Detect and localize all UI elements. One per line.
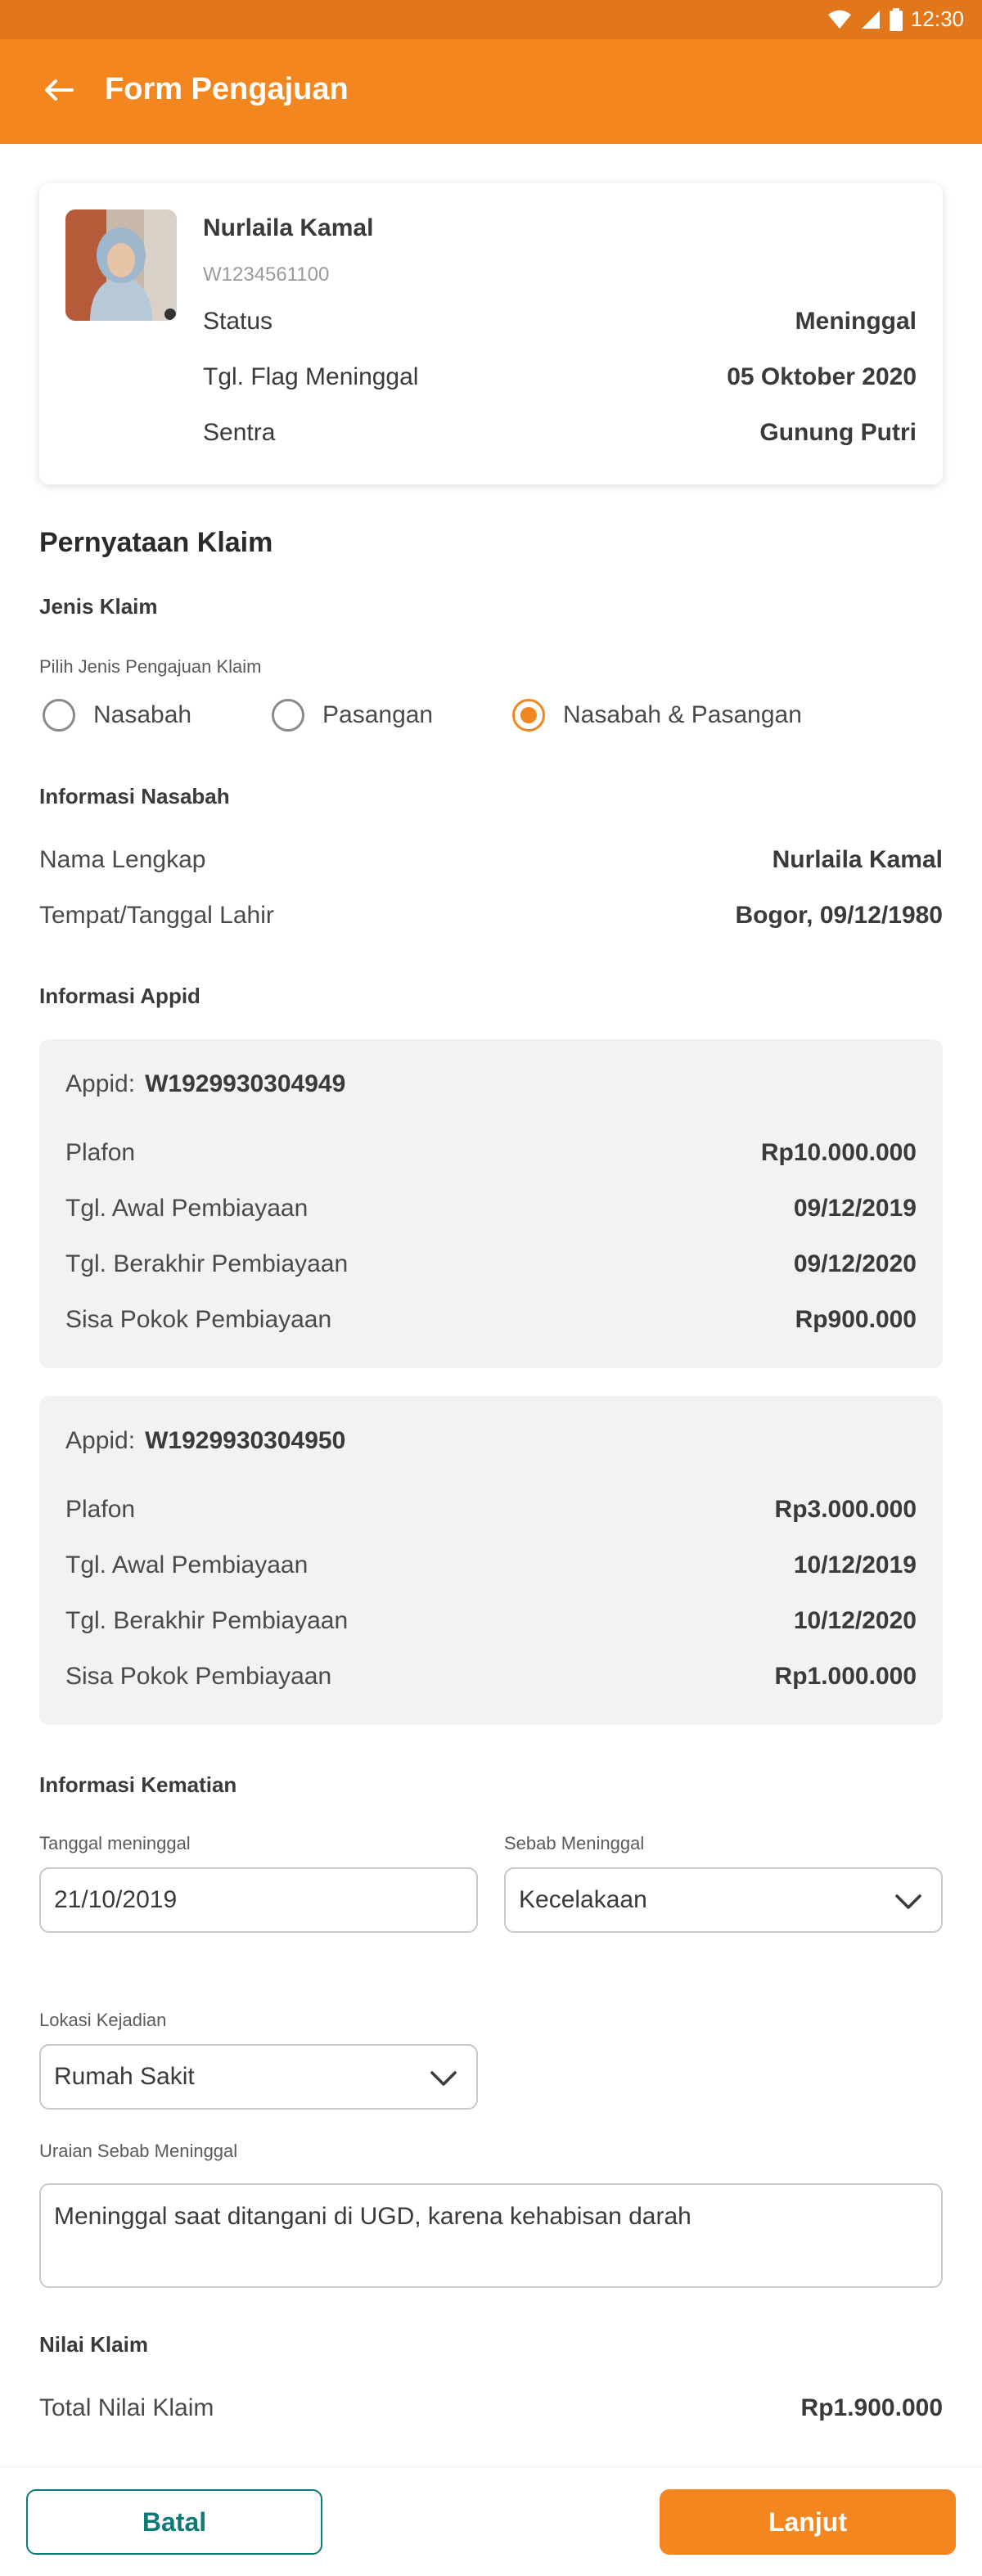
remaining-principal-row: Sisa Pokok Pembiayaan Rp1.000.000 [65,1663,917,1691]
row-label: Tgl. Flag Meninggal [203,363,419,390]
row-value: 09/12/2020 [793,1250,917,1277]
next-button[interactable]: Lanjut [660,2489,956,2555]
row-value: Meninggal [795,308,917,335]
row-value: 10/12/2019 [793,1551,917,1578]
location-label: Lokasi Kejadian [39,2010,167,2030]
row-value: Rp1.900.000 [800,2394,943,2421]
cause-dropdown[interactable]: Kecelakaan [504,1867,943,1933]
claim-value-title: Nilai Klaim [39,2332,148,2357]
avatar [65,209,177,321]
appid-info-title: Informasi Appid [39,984,200,1008]
death-date-label: Tanggal meninggal [39,1833,191,1853]
row-label: Tgl. Awal Pembiayaan [65,1195,309,1222]
start-date-row: Tgl. Awal Pembiayaan 09/12/2019 [65,1195,917,1223]
cancel-button[interactable]: Batal [26,2489,322,2555]
claim-type-hint: Pilih Jenis Pengajuan Klaim [39,656,262,677]
chevron-down-icon [895,1894,921,1909]
customer-info-title: Informasi Nasabah [39,784,230,808]
birth-row: Tempat/Tanggal Lahir Bogor, 09/12/1980 [39,902,943,930]
row-value: Gunung Putri [759,419,917,446]
status-icons: 12:30 [827,7,964,32]
remaining-principal-row: Sisa Pokok Pembiayaan Rp900.000 [65,1306,917,1334]
cause-label: Sebab Meninggal [504,1833,645,1853]
appid-prefix: Appid: [65,1427,136,1454]
bottom-action-bar: Batal Lanjut [0,2468,982,2576]
appid-card: Appid: W1929930304949 Plafon Rp10.000.000 … [39,1039,943,1368]
status-time: 12:30 [910,7,964,31]
profile-flag-date-row: Tgl. Flag Meninggal 05 Oktober 2020 [203,363,917,391]
appid-number: W1929930304949 [145,1070,346,1097]
cause-description-label: Uraian Sebab Meninggal [39,2141,238,2161]
row-value: Rp1.000.000 [774,1663,917,1690]
row-label: Plafon [65,1496,136,1523]
row-label: Tempat/Tanggal Lahir [39,902,274,929]
row-label: Sisa Pokok Pembiayaan [65,1663,332,1690]
death-date-value: 21/10/2019 [54,1886,178,1913]
row-label: Sisa Pokok Pembiayaan [65,1306,332,1333]
location-value: Rumah Sakit [54,2063,195,2090]
page-title: Form Pengajuan [105,72,349,106]
row-value: Rp900.000 [795,1306,917,1333]
death-info-title: Informasi Kematian [39,1772,237,1797]
section-title-claim: Pernyataan Klaim [39,527,273,558]
row-value: 10/12/2020 [793,1607,917,1634]
row-label: Total Nilai Klaim [39,2394,214,2421]
row-label: Plafon [65,1139,136,1166]
appid-prefix: Appid: [65,1070,136,1097]
row-label: Tgl. Berakhir Pembiayaan [65,1607,349,1634]
chevron-down-icon [430,2071,457,2086]
plafon-row: Plafon Rp3.000.000 [65,1496,917,1524]
start-date-row: Tgl. Awal Pembiayaan 10/12/2019 [65,1551,917,1579]
end-date-row: Tgl. Berakhir Pembiayaan 09/12/2020 [65,1250,917,1278]
row-value: Bogor, 09/12/1980 [735,902,943,929]
app-bar: Form Pengajuan [0,39,982,144]
death-date-field[interactable]: 21/10/2019 [39,1867,478,1933]
appid-header: Appid: W1929930304949 [65,1070,345,1098]
profile-sentra-row: Sentra Gunung Putri [203,419,917,447]
radio-circle[interactable] [272,699,304,732]
radio-nasabah[interactable]: Nasabah [43,699,191,732]
appid-card: Appid: W1929930304950 Plafon Rp3.000.000 T… [39,1396,943,1725]
radio-label: Nasabah & Pasangan [563,701,802,728]
cause-value: Kecelakaan [519,1886,647,1913]
battery-icon [889,7,903,31]
profile-status-row: Status Meninggal [203,308,917,336]
radio-label: Pasangan [322,701,434,728]
radio-nasabah-pasangan[interactable]: Nasabah & Pasangan [512,699,802,732]
end-date-row: Tgl. Berakhir Pembiayaan 10/12/2020 [65,1607,917,1635]
wifi-icon [827,10,851,29]
radio-circle[interactable] [43,699,75,732]
total-claim-row: Total Nilai Klaim Rp1.900.000 [39,2394,943,2422]
customer-id: W1234561100 [203,263,330,286]
customer-profile-card: Nurlaila Kamal W1234561100 Status Mening… [39,183,943,484]
row-value: 09/12/2019 [793,1195,917,1222]
row-value: 05 Oktober 2020 [727,363,917,390]
location-dropdown[interactable]: Rumah Sakit [39,2044,478,2110]
signal-icon [861,10,880,29]
appid-header: Appid: W1929930304950 [65,1427,345,1455]
status-bar: 12:30 [0,0,982,39]
row-label: Sentra [203,419,276,446]
cause-description-field[interactable]: Meninggal saat ditangani di UGD, karena … [39,2183,943,2288]
claim-type-label: Jenis Klaim [39,594,158,619]
row-value: Rp10.000.000 [760,1139,917,1166]
row-label: Nama Lengkap [39,846,206,873]
back-arrow-icon[interactable] [39,70,79,110]
row-label: Status [203,308,273,335]
radio-circle-selected[interactable] [512,699,545,732]
row-value: Nurlaila Kamal [772,846,943,873]
row-label: Tgl. Awal Pembiayaan [65,1551,309,1578]
plafon-row: Plafon Rp10.000.000 [65,1139,917,1167]
full-name-row: Nama Lengkap Nurlaila Kamal [39,846,943,874]
customer-name: Nurlaila Kamal [203,214,374,241]
row-value: Rp3.000.000 [774,1496,917,1523]
radio-label: Nasabah [93,701,192,728]
row-label: Tgl. Berakhir Pembiayaan [65,1250,349,1277]
appid-number: W1929930304950 [145,1427,346,1454]
radio-pasangan[interactable]: Pasangan [272,699,433,732]
